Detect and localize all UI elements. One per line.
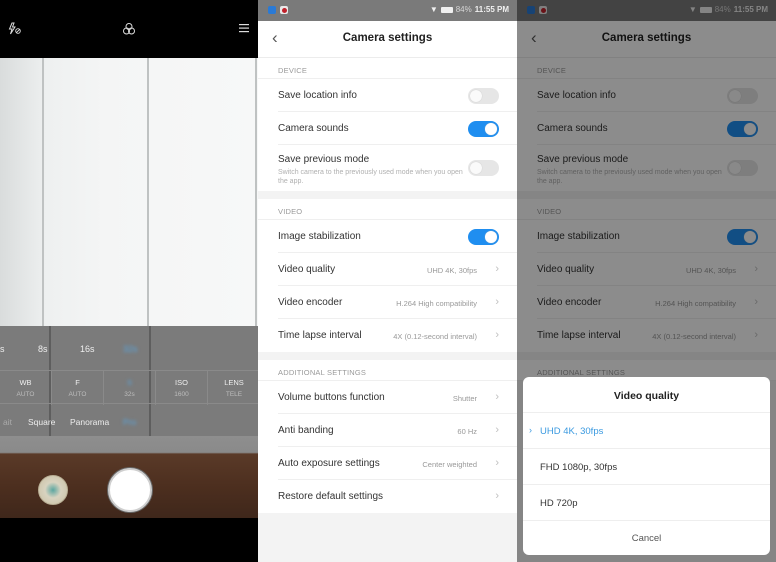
title-bar: ‹ Camera settings: [258, 21, 517, 58]
setting-camera-sounds[interactable]: Camera sounds: [278, 112, 517, 145]
mode-item[interactable]: Square: [28, 417, 55, 427]
setting-save-previous-mode[interactable]: Save previous mode Switch camera to the …: [278, 145, 517, 191]
save-location-toggle[interactable]: [468, 88, 499, 104]
dialog-option-fhd[interactable]: FHD 1080p, 30fps: [523, 449, 770, 485]
settings-screen-with-dialog: ▼ 84% 11:55 PM ‹ Camera settings DEVICE …: [517, 0, 776, 562]
param-lens[interactable]: LENS TELE: [208, 371, 259, 405]
mode-item[interactable]: Panorama: [70, 417, 109, 427]
chevron-right-icon: ›: [495, 296, 499, 308]
clock: 11:55 PM: [474, 5, 509, 14]
video-quality-dialog: Video quality › UHD 4K, 30fps FHD 1080p,…: [523, 377, 770, 555]
param-wb[interactable]: WB AUTO: [0, 371, 52, 405]
camera-screen: s 8s 16s 32s WB AUTO F AUTO S 32s ISO 16…: [0, 0, 259, 562]
shutter-option-selected[interactable]: 32s: [123, 344, 138, 354]
page-title: Camera settings: [342, 32, 433, 44]
setting-anti-banding[interactable]: Anti banding 60 Hz ›: [278, 414, 517, 447]
setting-volume-buttons[interactable]: Volume buttons function Shutter ›: [278, 381, 517, 414]
chevron-right-icon: ›: [495, 457, 499, 469]
setting-restore-defaults[interactable]: Restore default settings ›: [278, 480, 517, 513]
camera-sounds-toggle[interactable]: [468, 121, 499, 137]
section-header: ADDITIONAL SETTINGS: [278, 368, 367, 377]
setting-auto-exposure[interactable]: Auto exposure settings Center weighted ›: [278, 447, 517, 480]
param-s[interactable]: S 32s: [104, 371, 156, 405]
shutter-speed-row: s 8s 16s 32s: [0, 326, 259, 370]
dialog-option-hd[interactable]: HD 720p: [523, 485, 770, 521]
mode-selector: ait Square Panorama Pro: [0, 406, 259, 436]
battery-icon: [440, 6, 453, 13]
shutter-option[interactable]: s: [0, 344, 5, 354]
filters-icon[interactable]: [122, 22, 136, 39]
viewfinder-line: [255, 58, 257, 326]
setting-video-quality[interactable]: Video quality UHD 4K, 30fps ›: [278, 253, 517, 286]
section-header: DEVICE: [278, 66, 308, 75]
section-video: VIDEO Image stabilization Video quality …: [258, 199, 517, 352]
save-previous-mode-toggle[interactable]: [468, 160, 499, 176]
viewfinder-line: [147, 58, 149, 326]
chevron-right-icon: ›: [495, 329, 499, 341]
image-stabilization-toggle[interactable]: [468, 229, 499, 245]
shutter-button[interactable]: [108, 468, 152, 512]
pro-params-row: WB AUTO F AUTO S 32s ISO 1600 LENS TELE: [0, 370, 259, 405]
chevron-right-icon: ›: [495, 263, 499, 275]
flash-off-icon[interactable]: [8, 22, 22, 39]
setting-time-lapse[interactable]: Time lapse interval 4X (0.12-second inte…: [278, 319, 517, 352]
dialog-option-uhd[interactable]: › UHD 4K, 30fps: [523, 413, 770, 449]
viewfinder[interactable]: [0, 58, 259, 326]
camera-bottom-bar: [0, 518, 259, 562]
param-f[interactable]: F AUTO: [52, 371, 104, 405]
menu-icon[interactable]: [238, 22, 250, 37]
camera-top-bar: [0, 0, 259, 57]
selected-indicator-icon: ›: [529, 425, 532, 435]
shutter-option[interactable]: 16s: [80, 344, 95, 354]
setting-video-encoder[interactable]: Video encoder H.264 High compatibility ›: [278, 286, 517, 319]
cancel-button[interactable]: Cancel: [523, 521, 770, 555]
setting-image-stabilization[interactable]: Image stabilization: [278, 220, 517, 253]
mode-item[interactable]: ait: [3, 417, 12, 427]
status-bar: ▼ 84% 11:55 PM: [258, 0, 517, 21]
setting-save-location[interactable]: Save location info: [278, 79, 517, 112]
gallery-thumbnail[interactable]: [38, 475, 68, 505]
wifi-icon: ▼: [429, 5, 438, 14]
upload-notification-icon: [268, 6, 276, 14]
shutter-option[interactable]: 8s: [38, 344, 48, 354]
section-additional: ADDITIONAL SETTINGS Volume buttons funct…: [258, 360, 517, 513]
mode-item-selected[interactable]: Pro: [123, 417, 136, 427]
pro-controls-panel: s 8s 16s 32s WB AUTO F AUTO S 32s ISO 16…: [0, 326, 259, 436]
settings-screen: ▼ 84% 11:55 PM ‹ Camera settings DEVICE …: [258, 0, 517, 562]
chevron-right-icon: ›: [495, 391, 499, 403]
dialog-title: Video quality: [523, 377, 770, 413]
chevron-right-icon: ›: [495, 424, 499, 436]
battery-percent: 84%: [455, 5, 472, 14]
viewfinder-line: [42, 58, 44, 326]
chevron-right-icon: ›: [495, 490, 499, 502]
param-iso[interactable]: ISO 1600: [156, 371, 208, 405]
section-device: DEVICE Save location info Camera sounds …: [258, 58, 517, 191]
record-notification-icon: [280, 6, 288, 14]
section-header: VIDEO: [278, 207, 303, 216]
